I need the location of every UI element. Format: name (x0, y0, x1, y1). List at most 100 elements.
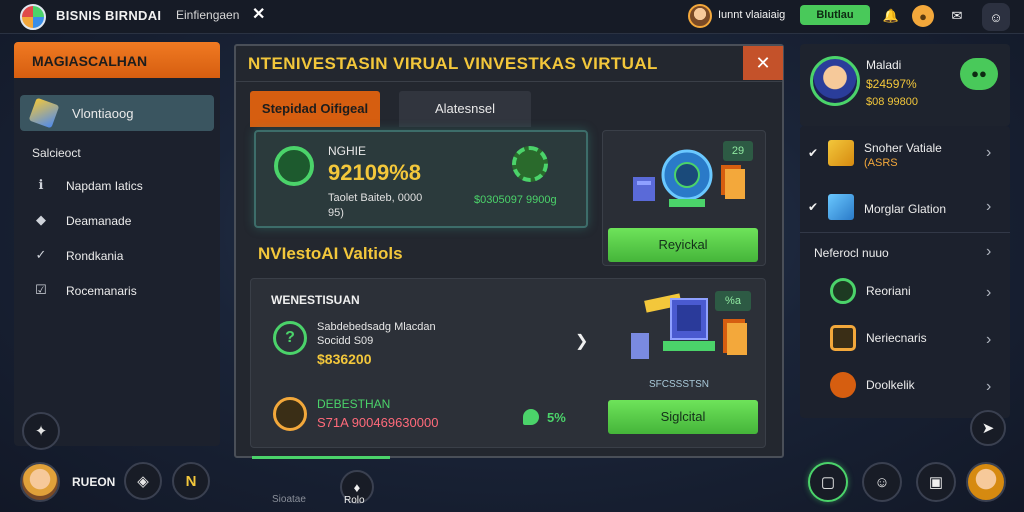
progress-bar (252, 456, 390, 459)
percent-value: 5% (547, 410, 566, 425)
help-button[interactable]: ✦ (22, 412, 60, 450)
sidebar-item-label: Napdam Iatics (66, 179, 143, 193)
computer-illustration-icon (631, 293, 747, 359)
profile-stat: $24597% (866, 77, 917, 91)
right-menu: ✔ Snoher Vatiale (ASRS › ✔ Morglar Glati… (800, 126, 1010, 418)
left-sidebar: MAGIASCALHAN Vlontiaoog Salcieoct ℹ Napd… (14, 42, 220, 450)
app-logo-icon[interactable] (20, 4, 46, 30)
detail-value: S71A 900469630000 (317, 415, 439, 430)
right-section-title: Neferocl nuuo (814, 246, 889, 260)
sidebar-section-title: Salcieoct (32, 146, 81, 160)
sidebar-item-1[interactable]: ℹ Napdam Iatics (14, 172, 220, 200)
sidebar-item-3[interactable]: ✓ Rondkania (14, 242, 220, 270)
stats-icon: ? (273, 321, 307, 355)
investment-panel: NTENIVESTASIN VIRUAL VINVESTKAS VIRTUAL … (234, 44, 784, 458)
right-sub-label: Reoriani (866, 284, 911, 298)
investment-icon (274, 146, 314, 186)
right-sub-item-1[interactable]: Reoriani › (800, 272, 1010, 312)
card-title: WENESTISUAN (271, 293, 360, 307)
checkbox-icon: ☑ (35, 282, 47, 297)
shield-button[interactable]: ◈ (124, 462, 162, 500)
gold-box-icon (828, 140, 854, 166)
sidebar-item-active[interactable]: Vlontiaoog (20, 95, 214, 131)
chevron-right-icon: › (986, 284, 992, 301)
square-badge-icon (830, 325, 856, 351)
tab-name[interactable]: Einfiengaen (176, 8, 239, 22)
right-sub-item-3[interactable]: Doolkelik › (800, 366, 1010, 406)
right-sub-item-2[interactable]: Neriecnaris › (800, 319, 1010, 359)
coin-icon[interactable]: ● (912, 5, 934, 27)
right-menu-item-1[interactable]: ✔ Snoher Vatiale (ASRS › (800, 132, 1010, 176)
check-icon: ✓ (35, 247, 47, 262)
chevron-right-icon[interactable]: › (986, 243, 991, 261)
check-icon: ✔ (808, 146, 819, 160)
tab-active[interactable]: Stepidad Oifigeal (250, 91, 380, 127)
user-avatar[interactable] (688, 4, 712, 28)
illustration-caption: SFCSSSTSN (649, 379, 710, 390)
blue-cube-icon (828, 194, 854, 220)
chat-button[interactable]: ●● (960, 58, 998, 90)
close-button[interactable]: ✕ (743, 46, 783, 80)
n-badge-button[interactable]: N (172, 462, 210, 500)
friend-avatar[interactable] (966, 462, 1006, 502)
chevron-right-icon[interactable]: ❯ (575, 331, 588, 351)
bottom-nav-label: Sioatae (272, 494, 306, 505)
detail-label: DEBESTHAN (317, 397, 391, 411)
crystal-icon (28, 97, 60, 129)
leaf-icon (523, 409, 539, 425)
shield-icon: ◆ (36, 212, 46, 227)
bottom-label: RUEON (72, 475, 116, 489)
card-description: Taolet Baiteb, 0000 (328, 192, 423, 204)
right-sub-label: Doolkelik (866, 378, 915, 392)
bell-icon[interactable]: 🔔 (880, 5, 902, 27)
sidebar-item-label: Rondkania (66, 249, 124, 263)
tab-inactive[interactable]: Alatesnsel (399, 91, 531, 127)
chat-icon[interactable]: ▢ (808, 462, 848, 502)
coin-icon (830, 278, 856, 304)
fox-icon (830, 372, 856, 398)
message-icon[interactable]: ☺ (862, 462, 902, 502)
chevron-right-icon: › (986, 331, 992, 348)
sidebar-item-label: Vlontiaoog (72, 106, 134, 121)
gear-icon (512, 146, 548, 182)
sidebar-item-label: Rocemanaris (66, 284, 137, 298)
player-avatar[interactable] (20, 462, 60, 502)
chevron-right-icon: › (986, 198, 992, 215)
profile-avatar[interactable] (810, 56, 860, 106)
top-user-text: Iunnt vlaiaiaig (718, 9, 786, 21)
card-amount: $0305097 9900g (474, 194, 557, 206)
right-menu-sub: (ASRS (864, 157, 898, 169)
server-illustration-icon (633, 149, 745, 207)
check-icon: ✔ (808, 200, 819, 214)
coin-icon (273, 397, 307, 431)
right-sub-label: Neriecnaris (866, 331, 927, 345)
section-title: NVIestoAI Valtiols (258, 244, 403, 263)
right-menu-label: Morglar Glation (864, 202, 947, 216)
discord-icon[interactable]: ☺ (982, 3, 1010, 31)
sidebar-header: MAGIASCALHAN (14, 42, 220, 78)
divider (800, 232, 1010, 233)
chevron-right-icon: › (986, 144, 992, 161)
card-description: 95) (328, 207, 344, 219)
sidebar-item-4[interactable]: ☑ Rocemanaris (14, 277, 220, 305)
tab-close-button[interactable]: ✕ (252, 4, 265, 24)
top-bar: BISNIS BIRNDAI Einfiengaen ✕ Iunnt vlaia… (0, 0, 1024, 34)
main-investment-card[interactable]: NGHIE 92109%8 Taolet Baiteb, 0000 95) $0… (254, 130, 588, 228)
panel-title: NTENIVESTASIN VIRUAL VINVESTKAS VIRTUAL (248, 54, 658, 73)
right-menu-item-2[interactable]: ✔ Morglar Glation › (800, 186, 1010, 230)
camera-icon[interactable]: ▣ (916, 462, 956, 502)
chat-bubble-icon[interactable]: ✉ (946, 5, 968, 27)
detail-line: Socidd S09 (317, 335, 374, 347)
panel-divider (236, 81, 782, 82)
profile-card[interactable]: Maladi $24597% $08 99800 ●● (800, 44, 1010, 126)
sign-button[interactable]: Siglcital (608, 400, 758, 434)
profile-name: Maladi (866, 58, 902, 72)
register-button[interactable]: Reyickal (608, 228, 758, 262)
detail-line: Sabdebedsadg Mlacdan (317, 321, 436, 333)
right-menu-label: Snoher Vatiale (864, 141, 942, 155)
info-icon: ℹ (38, 177, 44, 192)
card-label: NGHIE (328, 144, 367, 158)
sidebar-item-2[interactable]: ◆ Deamanade (14, 207, 220, 235)
card-value: 92109%8 (328, 160, 421, 185)
rocket-button[interactable]: ➤ (970, 410, 1006, 446)
